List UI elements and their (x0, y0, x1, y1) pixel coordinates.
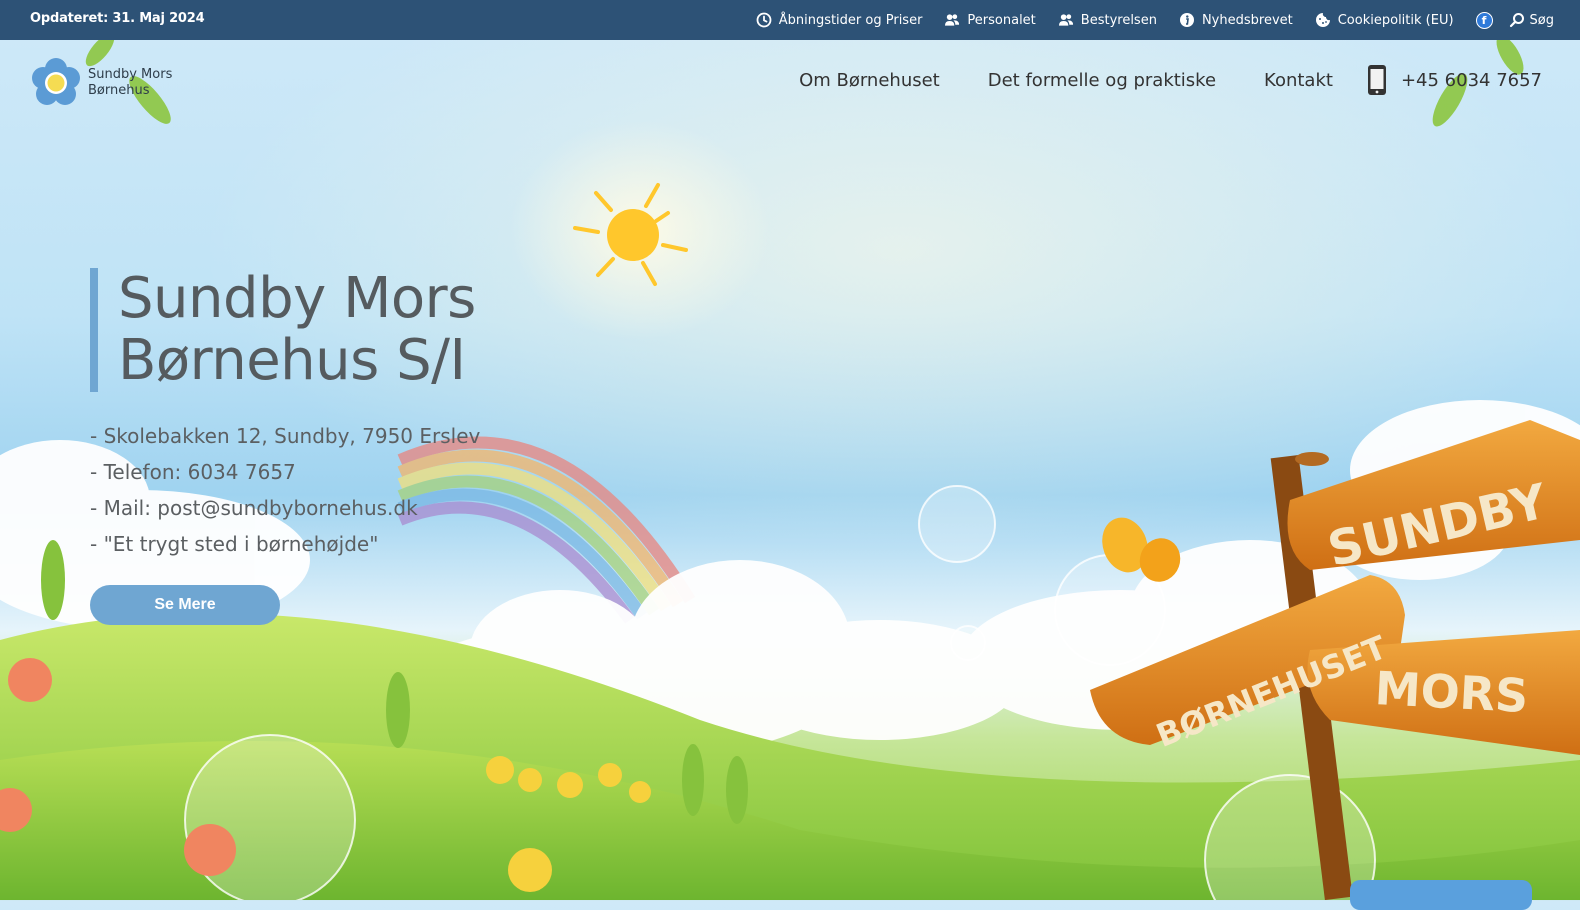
phone-link[interactable]: +45 6034 7657 (1367, 64, 1542, 96)
users-icon (1058, 12, 1074, 28)
nav-formal-practical[interactable]: Det formelle og praktiske (988, 70, 1216, 91)
detail-slogan: - "Et trygt sted i børnehøjde" (90, 532, 379, 556)
top-link-cookie-policy[interactable]: Cookiepolitik (EU) (1315, 12, 1454, 28)
top-link-label: Åbningstider og Priser (778, 12, 923, 28)
nav-about[interactable]: Om Børnehuset (799, 70, 940, 91)
top-link-opening-hours[interactable]: Åbningstider og Priser (756, 12, 923, 28)
search-icon (1509, 12, 1525, 28)
logo-line-2: Børnehus (88, 83, 150, 98)
site-logo[interactable]: Sundby Mors Børnehus (30, 57, 172, 109)
hero-title-line-2: Børnehus S/I (118, 328, 466, 393)
info-icon (1179, 12, 1195, 28)
flower-logo-icon (32, 58, 80, 105)
cookie-icon (1315, 12, 1331, 28)
top-link-label: Cookiepolitik (EU) (1337, 12, 1454, 28)
contact-details: - Skolebakken 12, Sundby, 7950 Erslev - … (90, 418, 480, 562)
hero-title: Sundby Mors Børnehus S/I (90, 268, 476, 392)
see-more-button[interactable]: Se Mere (90, 585, 280, 625)
top-link-label: Nyhedsbrevet (1201, 12, 1293, 28)
top-link-staff[interactable]: Personalet (944, 12, 1036, 28)
detail-phone: - Telefon: 6034 7657 (90, 460, 296, 484)
hero-title-line-1: Sundby Mors (118, 266, 476, 331)
clock-icon (756, 12, 772, 28)
nav-contact[interactable]: Kontakt (1264, 70, 1333, 91)
top-link-label: Bestyrelsen (1080, 12, 1157, 28)
detail-address: - Skolebakken 12, Sundby, 7950 Erslev (90, 424, 481, 448)
top-link-newsletter[interactable]: Nyhedsbrevet (1179, 12, 1293, 28)
phone-icon (1367, 65, 1386, 95)
users-icon (944, 12, 960, 28)
floating-button[interactable] (1350, 880, 1532, 910)
logo-text: Sundby Mors Børnehus (88, 67, 172, 99)
phone-number: +45 6034 7657 (1400, 69, 1542, 91)
sign-text-mors: MORS (1374, 661, 1530, 723)
logo-line-1: Sundby Mors (88, 67, 173, 82)
facebook-link[interactable]: f (1475, 11, 1493, 29)
top-bar: Opdateret: 31. Maj 2024 Åbningstider og … (0, 0, 1580, 40)
top-link-label: Personalet (967, 12, 1036, 28)
search-link[interactable]: Søg (1509, 12, 1554, 28)
main-nav: Om Børnehuset Det formelle og praktiske … (799, 64, 1542, 96)
detail-mail: - Mail: post@sundbybornehus.dk (90, 496, 418, 520)
search-label: Søg (1529, 12, 1554, 28)
site-header: Sundby Mors Børnehus Om Børnehuset Det f… (0, 40, 1580, 130)
top-nav: Åbningstider og Priser Personalet Bestyr… (756, 0, 1554, 40)
top-link-board[interactable]: Bestyrelsen (1058, 12, 1157, 28)
facebook-icon: f (1475, 11, 1493, 29)
updated-date: Opdateret: 31. Maj 2024 (30, 11, 205, 26)
